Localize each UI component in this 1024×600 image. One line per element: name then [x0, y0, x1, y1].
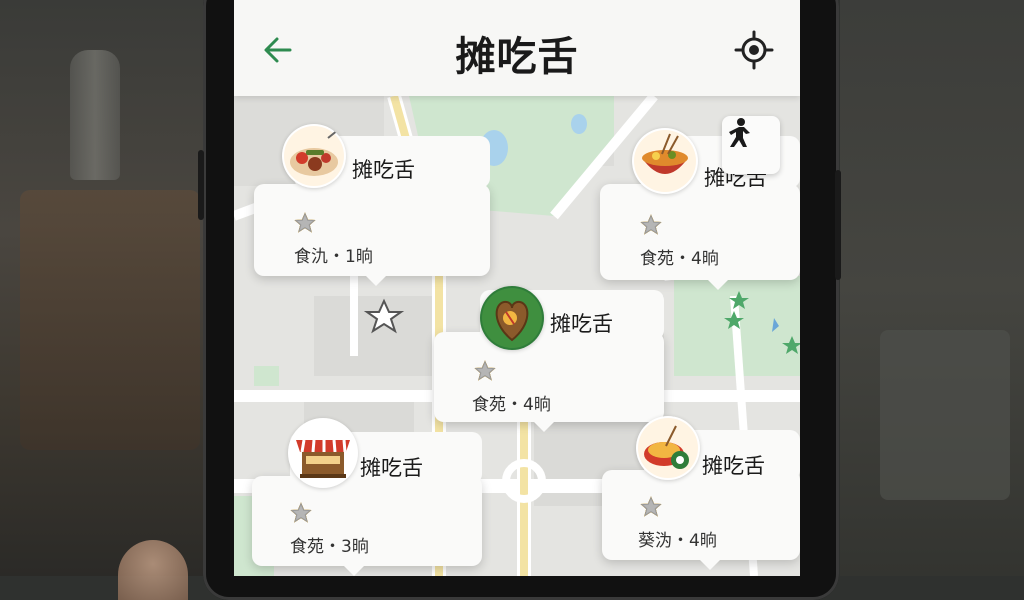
poi-meta: 食苑・3晌 [290, 537, 369, 557]
page-title: 摊吃舌 [455, 34, 579, 80]
street-view-button[interactable] [722, 116, 780, 174]
pegman-icon [729, 118, 750, 147]
star-empty-icon [640, 214, 662, 235]
star-empty-icon [640, 496, 662, 517]
food-stall-icon [288, 418, 358, 488]
poi-name: 摊吃舌 [550, 312, 613, 336]
noodle-bowl-icon [632, 128, 698, 194]
background-table [20, 190, 200, 450]
phone-side-button [198, 150, 204, 220]
poi-card[interactable]: 葵沩・4晌 [602, 470, 800, 570]
poi-name: 摊吃舌 [360, 456, 423, 480]
poi-card[interactable]: 食苑・4晌 [434, 332, 664, 432]
poi-meta: 食苑・4晌 [472, 395, 551, 415]
star-empty-icon [290, 502, 312, 523]
map-view[interactable]: 食氿・1晌 摊吃舌 食苑・4晌 摊吃舌 食苑・4晌 摊吃舌 食苑・3晌 摊吃舌 … [234, 96, 800, 576]
poi-card[interactable]: 食氿・1晌 [254, 184, 490, 286]
app-screen: 摊吃舌 食氿・1晌 摊吃舌 食苑・4晌 摊吃舌 食苑・4晌 摊吃舌 食苑・3晌 … [234, 0, 800, 576]
background-object [880, 330, 1010, 500]
heart-snack-icon [480, 286, 544, 350]
background-bottle [70, 50, 120, 180]
poi-card[interactable]: 食苑・3晌 [252, 476, 482, 576]
poi-name: 摊吃舌 [702, 454, 765, 478]
grilled-food-platter-icon [282, 124, 346, 188]
phone-side-button [835, 170, 841, 280]
poi-card[interactable]: 食苑・4晌 [600, 184, 800, 290]
crosshair-icon [734, 30, 774, 70]
chili-dish-icon [636, 416, 700, 480]
poi-meta: 葵沩・4晌 [638, 531, 717, 551]
poi-name: 摊吃舌 [352, 158, 415, 182]
app-header: 摊吃舌 [234, 0, 800, 96]
star-empty-icon [474, 360, 496, 381]
poi-meta: 食苑・4晌 [640, 249, 719, 269]
star-empty-icon [294, 212, 316, 233]
locate-button[interactable] [732, 28, 776, 72]
poi-meta: 食氿・1晌 [294, 247, 373, 267]
